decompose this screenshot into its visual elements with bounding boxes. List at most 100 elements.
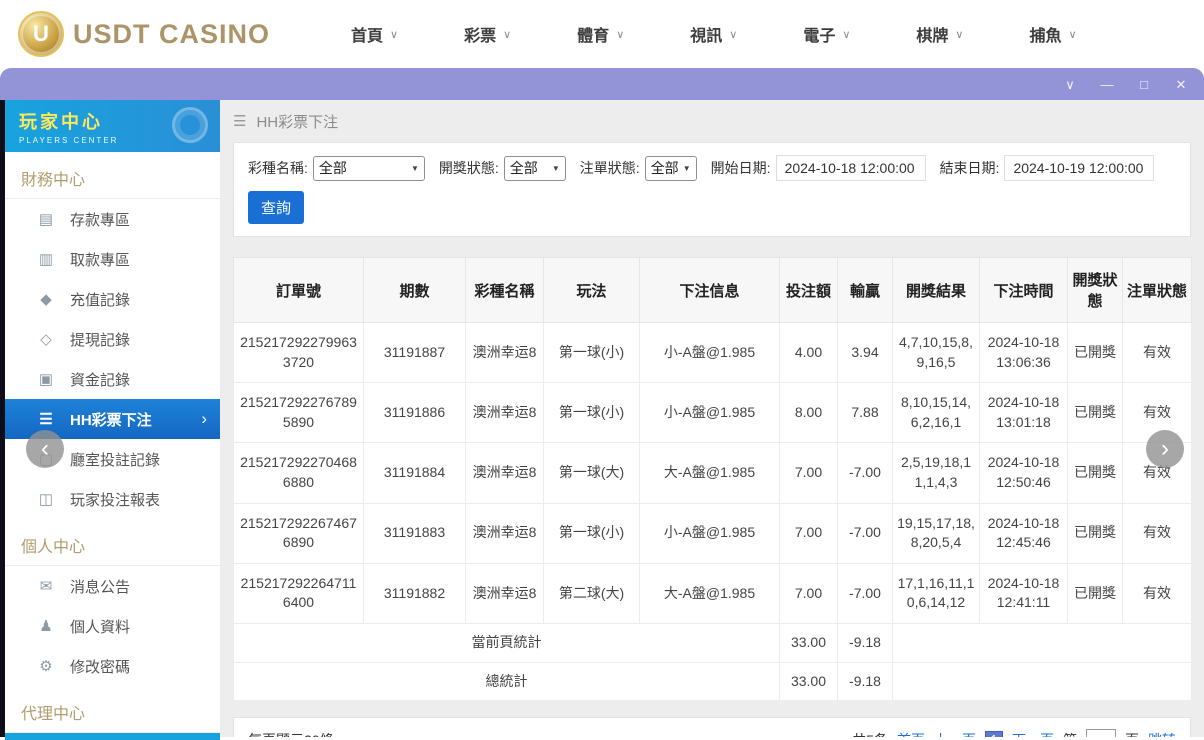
- next-page-link[interactable]: 下一页: [1012, 730, 1054, 737]
- cell-draw-status: 已開獎: [1067, 442, 1123, 504]
- nav-item-lottery[interactable]: 彩票 ∨: [431, 22, 544, 46]
- summary-row-page: 當前頁統計 33.00 -9.18: [233, 622, 1192, 663]
- carousel-left-arrow[interactable]: ‹: [26, 430, 64, 468]
- chevron-down-icon: ∨: [729, 28, 738, 41]
- jump-link[interactable]: 跳转: [1148, 730, 1176, 737]
- nav-item-electronic[interactable]: 電子 ∨: [770, 22, 883, 46]
- person-icon: ♟: [39, 618, 53, 635]
- cell-amount: 8.00: [779, 382, 838, 444]
- filter-panel: 彩種名稱: 全部 ▼ 開獎狀態: 全部 ▼ 注單狀態: 全部 ▼ 開始日期: 結…: [233, 142, 1191, 237]
- cell-bet-info: 小-A盤@1.985: [639, 321, 780, 384]
- main-content: ☰ HH彩票下注 彩種名稱: 全部 ▼ 開獎狀態: 全部 ▼ 注單狀態: 全部 …: [220, 100, 1204, 737]
- cell-period: 31191887: [363, 321, 466, 384]
- first-page-link[interactable]: 首页: [897, 730, 925, 737]
- draw-status-value: 全部: [509, 160, 538, 176]
- window-minimize-icon[interactable]: —: [1099, 78, 1115, 91]
- cell-lottery: 澳洲幸运8: [465, 321, 544, 384]
- cell-time: 2024-10-18 13:06:36: [979, 321, 1068, 384]
- search-button[interactable]: 查詢: [248, 191, 305, 224]
- cell-draw-status: 已開獎: [1067, 502, 1123, 564]
- sidebar-item-announcements[interactable]: ✉ 消息公告: [5, 566, 220, 606]
- cell-result: 17,1,16,11,10,6,14,12: [892, 562, 980, 624]
- col-header-amount: 投注額: [779, 257, 838, 323]
- cell-order: 2152172922704686880: [233, 442, 364, 504]
- finance-center-heading: 財務中心: [5, 152, 220, 199]
- sidebar-item-label: 取款專區: [70, 251, 131, 269]
- nav-item-home[interactable]: 首頁 ∨: [318, 22, 431, 46]
- table-row: 2152172922704686880 31191884 澳洲幸运8 第一球(大…: [233, 442, 1192, 504]
- nav-item-label: 電子: [803, 28, 836, 45]
- poker-chip-icon: [172, 107, 208, 143]
- nav-item-board-games[interactable]: 棋牌 ∨: [883, 22, 996, 46]
- draw-status-label: 開獎狀態:: [438, 160, 499, 176]
- casino-coin-icon: U: [18, 11, 64, 57]
- col-header-winloss: 輸贏: [837, 257, 893, 323]
- cell-bet-info: 大-A盤@1.985: [639, 442, 780, 504]
- sidebar-item-label: 資金記錄: [70, 371, 131, 389]
- bet-table: 訂單號 期數 彩種名稱 玩法 下注信息 投注額 輸贏 開獎結果 下注時間 開獎狀…: [233, 257, 1192, 702]
- cell-play: 第一球(大): [543, 442, 640, 504]
- end-date-input[interactable]: [1004, 155, 1155, 181]
- nav-item-label: 捕魚: [1029, 28, 1062, 45]
- start-date-input[interactable]: [775, 155, 926, 181]
- sidebar-item-deposit[interactable]: ▤ 存款專區: [5, 199, 220, 239]
- col-header-lottery: 彩種名稱: [465, 257, 544, 323]
- cell-time: 2024-10-18 12:50:46: [979, 442, 1068, 504]
- summary-amount: 33.00: [779, 661, 838, 702]
- nav-item-fishing[interactable]: 捕魚 ∨: [996, 22, 1109, 46]
- draw-status-select[interactable]: 全部 ▼: [503, 155, 566, 181]
- brand-logo[interactable]: U USDT CASINO: [18, 11, 270, 57]
- workspace: 玩家中心 PLAYERS CENTER 財務中心 ▤ 存款專區 ▥ 取款專區 ◆…: [0, 100, 1204, 740]
- cell-draw-status: 已開獎: [1067, 382, 1123, 444]
- nav-item-video[interactable]: 視訊 ∨: [657, 22, 770, 46]
- cell-order: 2152172922647116400: [233, 562, 364, 624]
- col-header-order: 訂單號: [233, 257, 364, 323]
- sidebar-item-funds-record[interactable]: ▣ 資金記錄: [5, 359, 220, 399]
- window-collapse-icon[interactable]: ∨: [1062, 78, 1078, 91]
- cell-lottery: 澳洲幸运8: [465, 562, 544, 624]
- sidebar: 玩家中心 PLAYERS CENTER 財務中心 ▤ 存款專區 ▥ 取款專區 ◆…: [5, 100, 220, 740]
- table-row: 2152172922647116400 31191882 澳洲幸运8 第二球(大…: [233, 562, 1192, 624]
- cell-winloss: -7.00: [837, 562, 893, 624]
- prev-page-link[interactable]: 上一页: [934, 730, 976, 737]
- nav-item-label: 視訊: [690, 28, 723, 45]
- cell-winloss: 3.94: [837, 321, 893, 384]
- bell-icon: ✉: [39, 578, 53, 595]
- sidebar-item-label: 消息公告: [70, 578, 131, 596]
- current-page-indicator[interactable]: 1: [985, 730, 1003, 737]
- sidebar-item-withdraw[interactable]: ▥ 取款專區: [5, 239, 220, 279]
- cell-play: 第一球(小): [543, 502, 640, 564]
- sidebar-item-change-password[interactable]: ⚙ 修改密碼: [5, 646, 220, 686]
- sidebar-item-player-bet-report[interactable]: ◫ 玩家投注報表: [5, 479, 220, 519]
- window-close-icon[interactable]: ✕: [1173, 78, 1189, 91]
- table-row: 2152172922674676890 31191883 澳洲幸运8 第一球(小…: [233, 502, 1192, 564]
- cell-lottery: 澳洲幸运8: [465, 442, 544, 504]
- order-status-label: 注單狀態:: [579, 160, 640, 176]
- players-center-header: 玩家中心 PLAYERS CENTER: [5, 100, 220, 152]
- page-title: HH彩票下注: [256, 113, 339, 131]
- chevron-down-icon: ∨: [616, 28, 625, 41]
- page-jump-input[interactable]: [1086, 729, 1116, 737]
- brand-title: USDT CASINO: [73, 18, 271, 49]
- sidebar-item-withdrawal-record[interactable]: ◇ 提現記錄: [5, 319, 220, 359]
- page-size-text: 每頁顯示20條: [248, 730, 334, 737]
- player-bet-report-icon: ◫: [38, 491, 54, 508]
- cell-time: 2024-10-18 12:41:11: [979, 562, 1068, 624]
- table-row: 2152172922799633720 31191887 澳洲幸运8 第一球(小…: [233, 321, 1192, 384]
- arrow-right-icon: ›: [1161, 435, 1169, 462]
- window-maximize-icon[interactable]: □: [1136, 78, 1152, 91]
- cell-amount: 7.00: [779, 562, 838, 624]
- order-status-select[interactable]: 全部 ▼: [644, 155, 697, 181]
- hamburger-icon[interactable]: ☰: [233, 112, 246, 130]
- sidebar-item-profile[interactable]: ♟ 個人資料: [5, 606, 220, 646]
- deposit-icon: ▤: [38, 211, 54, 228]
- col-header-bet-info: 下注信息: [639, 257, 780, 323]
- gear-icon: ⚙: [39, 658, 53, 675]
- cell-bet-info: 大-A盤@1.985: [639, 562, 780, 624]
- carousel-right-arrow[interactable]: ›: [1146, 430, 1184, 468]
- lottery-name-select[interactable]: 全部 ▼: [312, 155, 425, 181]
- cell-period: 31191884: [363, 442, 466, 504]
- sidebar-item-recharge-record[interactable]: ◆ 充值記錄: [5, 279, 220, 319]
- personal-center-heading: 個人中心: [5, 519, 220, 566]
- nav-item-sports[interactable]: 體育 ∨: [544, 22, 657, 46]
